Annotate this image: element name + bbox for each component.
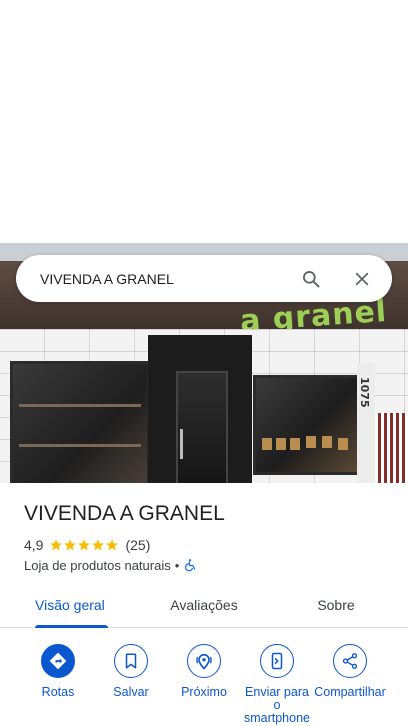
separator-dot: • xyxy=(174,557,180,573)
star-rating xyxy=(49,538,119,552)
share-icon xyxy=(342,653,358,669)
action-bar: Rotas Salvar Próximo Enviar para o smart… xyxy=(0,644,408,726)
search-input[interactable]: VIVENDA A GRANEL xyxy=(40,271,299,287)
star-icon xyxy=(64,538,77,550)
place-tabs: Visão geral Avaliações Sobre xyxy=(0,585,408,628)
save-button[interactable]: Salvar xyxy=(93,644,169,699)
directions-label: Rotas xyxy=(41,685,75,699)
tab-overview[interactable]: Visão geral xyxy=(0,585,108,628)
door-handle xyxy=(180,429,183,459)
directions-icon xyxy=(49,652,67,670)
glass-door xyxy=(176,371,228,483)
star-icon xyxy=(50,538,63,550)
save-label: Salvar xyxy=(113,685,149,699)
close-icon[interactable] xyxy=(350,267,374,291)
fence xyxy=(375,413,408,483)
rating-row[interactable]: 4,9 (25) xyxy=(24,536,150,553)
shop-window-left xyxy=(10,361,150,483)
send-to-phone-icon xyxy=(271,652,283,670)
wheelchair-accessible-icon xyxy=(185,559,196,572)
review-count[interactable]: (25) xyxy=(125,537,150,553)
star-icon xyxy=(106,538,119,550)
map-blank-area xyxy=(0,0,408,243)
place-category: Loja de produtos naturais xyxy=(24,557,171,573)
bookmark-icon xyxy=(125,653,137,669)
star-icon xyxy=(92,538,105,550)
send-to-phone-label: Enviar para o smartphone xyxy=(243,685,310,725)
nearby-label: Próximo xyxy=(181,685,227,699)
shop-window-right xyxy=(253,375,361,475)
send-to-phone-button[interactable]: Enviar para o smartphone xyxy=(239,644,315,725)
star-icon xyxy=(78,538,91,550)
street-number: 1075 xyxy=(358,377,371,408)
place-title: VIVENDA A GRANEL xyxy=(24,502,225,525)
tab-reviews[interactable]: Avaliações xyxy=(108,585,300,627)
tab-about[interactable]: Sobre xyxy=(300,585,372,627)
nearby-button[interactable]: Próximo xyxy=(166,644,242,699)
search-icon[interactable] xyxy=(299,267,323,291)
share-label: Compartilhar xyxy=(314,685,386,699)
nearby-icon xyxy=(196,653,212,670)
search-bar[interactable]: VIVENDA A GRANEL xyxy=(16,255,392,302)
directions-button[interactable]: Rotas xyxy=(20,644,96,699)
category-row: Loja de produtos naturais • xyxy=(24,557,197,573)
share-button[interactable]: Compartilhar xyxy=(312,644,388,699)
rating-value: 4,9 xyxy=(24,536,44,553)
